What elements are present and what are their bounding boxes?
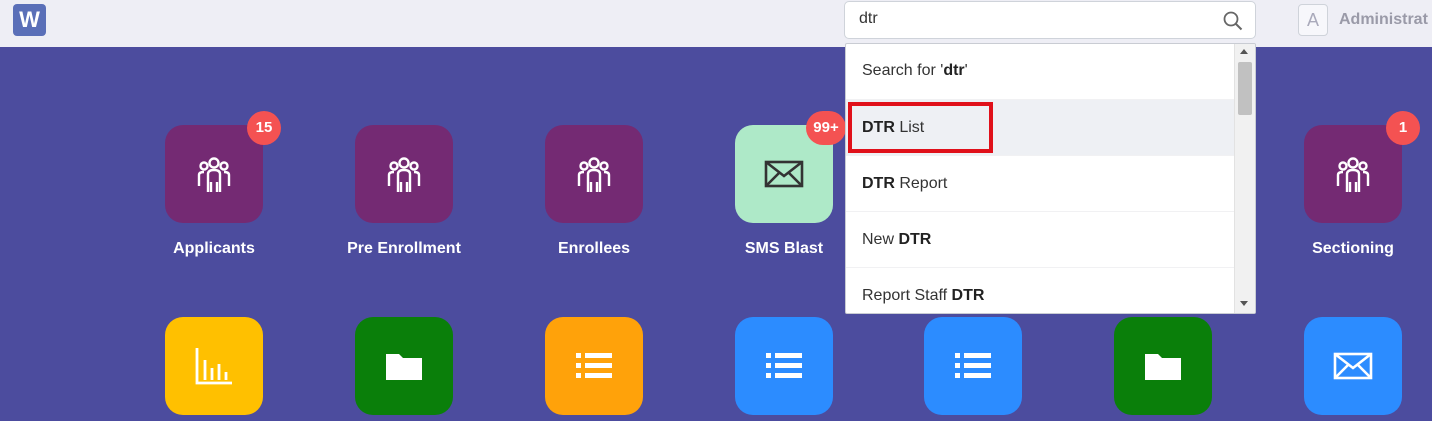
list-tile[interactable]	[735, 317, 833, 415]
applicants-label[interactable]: Applicants	[119, 240, 309, 258]
sectioning-label[interactable]: Sectioning	[1258, 240, 1432, 258]
search-icon[interactable]	[1223, 11, 1243, 31]
users-icon	[577, 157, 611, 192]
folder-icon	[1145, 354, 1181, 380]
search-box	[844, 1, 1256, 39]
app-logo[interactable]: W	[13, 4, 46, 36]
report-staff-dtr-item[interactable]: Report Staff DTR	[846, 268, 1235, 313]
list-icon	[766, 353, 802, 378]
list-icon	[955, 353, 991, 378]
search-results-list: Search for 'dtr' DTR List DTR Report New…	[846, 44, 1235, 313]
avatar[interactable]: A	[1298, 4, 1328, 36]
scroll-down-arrow-icon[interactable]	[1240, 301, 1248, 306]
folder-icon	[386, 354, 422, 380]
applicants-badge: 15	[247, 111, 281, 145]
users-icon	[387, 157, 421, 192]
users-icon	[197, 157, 231, 192]
bar-chart-icon	[195, 348, 232, 385]
applicants-tile[interactable]	[165, 125, 263, 223]
pre-enrollment-tile[interactable]	[355, 125, 453, 223]
dtr-report-item[interactable]: DTR Report	[846, 156, 1235, 212]
folder-tile[interactable]	[1114, 317, 1212, 415]
top-bar: W A Administrat	[0, 0, 1432, 47]
list-tile[interactable]	[924, 317, 1022, 415]
dropdown-scrollbar[interactable]	[1234, 44, 1255, 313]
sms-blast-badge: 99+	[806, 111, 846, 145]
list-icon	[576, 353, 612, 378]
enrollees-tile[interactable]	[545, 125, 643, 223]
search-input[interactable]	[859, 10, 1219, 28]
search-for-item[interactable]: Search for 'dtr'	[846, 44, 1235, 100]
reports-tile[interactable]	[165, 317, 263, 415]
list-tile[interactable]	[545, 317, 643, 415]
users-icon	[1336, 157, 1370, 192]
search-results-dropdown: Search for 'dtr' DTR List DTR Report New…	[845, 43, 1256, 314]
dtr-list-item[interactable]: DTR List	[846, 100, 1235, 156]
user-name[interactable]: Administrat	[1339, 11, 1428, 29]
scroll-thumb[interactable]	[1238, 62, 1252, 115]
messages-tile[interactable]	[1304, 317, 1402, 415]
new-dtr-item[interactable]: New DTR	[846, 212, 1235, 268]
pre-enrollment-label[interactable]: Pre Enrollment	[309, 240, 499, 258]
sectioning-badge: 1	[1386, 111, 1420, 145]
envelope-icon	[1333, 352, 1373, 380]
envelope-icon	[764, 160, 804, 188]
sectioning-tile[interactable]	[1304, 125, 1402, 223]
enrollees-label[interactable]: Enrollees	[499, 240, 689, 258]
folder-tile[interactable]	[355, 317, 453, 415]
scroll-up-arrow-icon[interactable]	[1240, 49, 1248, 54]
